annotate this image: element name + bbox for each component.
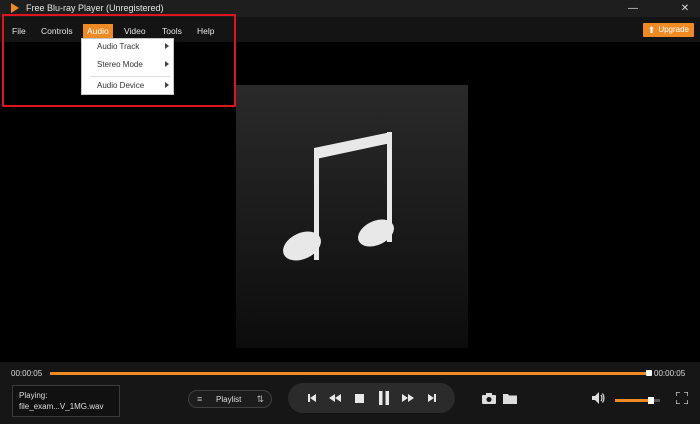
close-button[interactable]: ✕ — [673, 0, 697, 17]
playlist-icon: ≡ — [197, 394, 203, 404]
snapshot-button[interactable] — [481, 391, 497, 405]
pause-button[interactable] — [372, 383, 396, 413]
fast-forward-icon — [402, 394, 414, 402]
playlist-button[interactable]: ≡ Playlist ⇅ — [188, 390, 272, 408]
volume-handle[interactable] — [648, 397, 654, 404]
total-time: 00:00:05 — [654, 369, 686, 378]
app-logo-icon — [11, 3, 19, 13]
open-folder-icon — [503, 393, 517, 404]
snapshot-icon — [482, 392, 496, 404]
playlist-order-icon[interactable]: ⇅ — [256, 394, 264, 405]
pause-icon — [379, 391, 389, 405]
skip-next-button[interactable] — [420, 383, 444, 413]
current-time: 00:00:05 — [11, 369, 43, 378]
upgrade-label: Upgrade — [658, 25, 689, 34]
transport-controls — [288, 383, 455, 413]
stop-button[interactable] — [347, 383, 371, 413]
playing-label: Playing: — [19, 391, 48, 400]
stop-icon — [354, 393, 364, 403]
fullscreen-icon — [676, 392, 688, 404]
minimize-button[interactable]: — — [621, 0, 645, 17]
rewind-icon — [329, 394, 341, 402]
now-playing-panel: Playing: file_exam...V_1MG.wav — [12, 385, 120, 417]
seek-handle[interactable] — [646, 370, 652, 376]
window-title: Free Blu-ray Player (Unregistered) — [26, 3, 164, 13]
music-note-icon — [283, 132, 394, 261]
file-name: file_exam...V_1MG.wav — [19, 402, 104, 411]
skip-previous-button[interactable] — [300, 383, 324, 413]
open-folder-button[interactable] — [502, 391, 518, 405]
fast-forward-button[interactable] — [396, 383, 420, 413]
rewind-button[interactable] — [323, 383, 347, 413]
upgrade-button[interactable]: ⬆ Upgrade — [642, 23, 694, 37]
playlist-label: Playlist — [216, 395, 242, 404]
audio-artwork — [236, 85, 468, 348]
fullscreen-button[interactable] — [674, 391, 690, 405]
upgrade-arrow-icon: ⬆ — [647, 25, 656, 35]
volume-level — [615, 399, 649, 402]
skip-previous-icon — [308, 394, 316, 402]
highlight-annotation-box — [2, 14, 236, 107]
skip-next-icon — [428, 394, 436, 402]
seek-bar[interactable] — [50, 372, 650, 375]
volume-icon — [592, 392, 605, 404]
volume-button[interactable] — [591, 391, 607, 405]
